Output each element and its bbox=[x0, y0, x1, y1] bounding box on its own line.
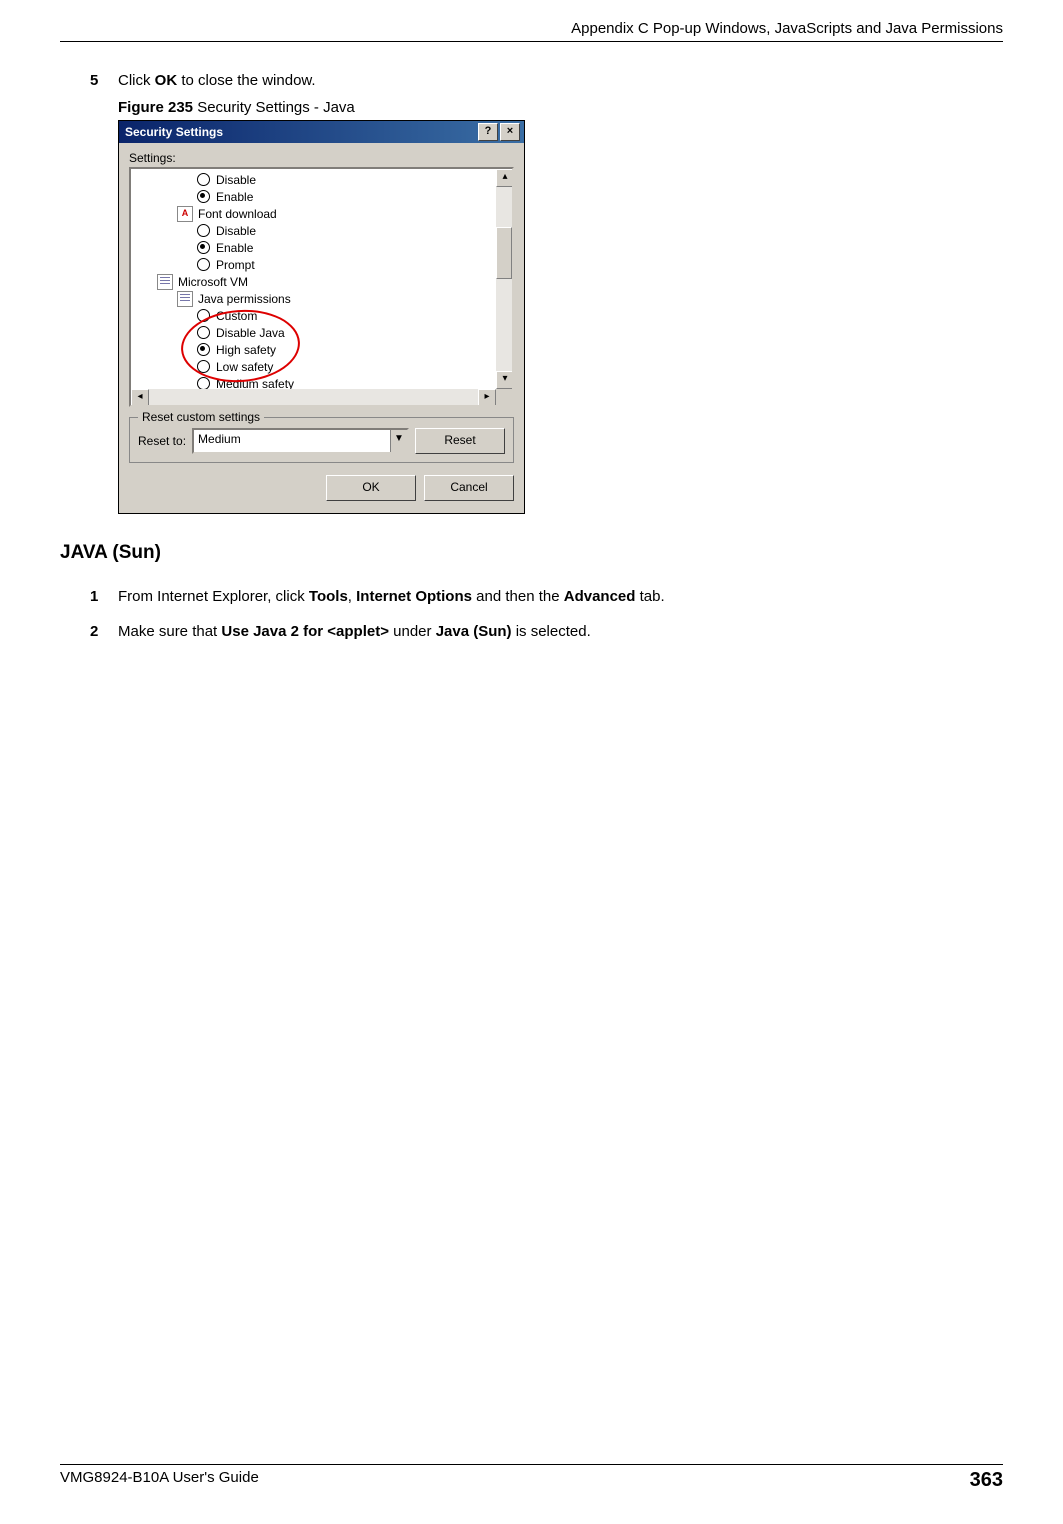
page-icon bbox=[157, 274, 173, 290]
font-icon: A bbox=[177, 206, 193, 222]
group-microsoft-vm: Microsoft VM bbox=[135, 273, 512, 290]
scroll-left-icon[interactable]: ◂ bbox=[131, 389, 149, 407]
step-1-body: From Internet Explorer, click Tools, Int… bbox=[118, 588, 1003, 605]
scroll-up-icon[interactable]: ▴ bbox=[496, 169, 514, 187]
chevron-down-icon[interactable]: ▼ bbox=[390, 430, 407, 452]
radio-label: Prompt bbox=[216, 258, 255, 272]
step-2-body: Make sure that Use Java 2 for <applet> u… bbox=[118, 623, 1003, 640]
vertical-scrollbar[interactable]: ▴ ▾ bbox=[496, 169, 512, 389]
figure-caption-text: Security Settings - Java bbox=[193, 99, 355, 116]
reset-label: Reset to: bbox=[138, 434, 186, 448]
group-label: Font download bbox=[198, 207, 277, 221]
radio-disable-java[interactable]: Disable Java bbox=[135, 324, 512, 341]
settings-tree[interactable]: Disable Enable A Font download Disable En… bbox=[129, 167, 514, 407]
reset-fieldset: Reset custom settings Reset to: Medium ▼… bbox=[129, 417, 514, 463]
ok-button[interactable]: OK bbox=[326, 475, 416, 501]
dialog-body: Settings: Disable Enable A Font download … bbox=[119, 143, 524, 513]
figure-caption: Figure 235 Security Settings - Java bbox=[118, 99, 1003, 116]
page-footer: VMG8924-B10A User's Guide 363 bbox=[60, 1464, 1003, 1492]
t: under bbox=[389, 623, 436, 640]
close-button[interactable]: × bbox=[500, 123, 520, 141]
radio-label: High safety bbox=[216, 343, 276, 357]
dialog-button-row: OK Cancel bbox=[129, 475, 514, 501]
bold-java-sun: Java (Sun) bbox=[436, 623, 512, 640]
reset-combo[interactable]: Medium ▼ bbox=[192, 428, 409, 454]
step-1-num: 1 bbox=[90, 588, 118, 605]
bold-use-java2: Use Java 2 for <applet> bbox=[221, 623, 389, 640]
footer-page-number: 363 bbox=[970, 1469, 1003, 1492]
t: , bbox=[348, 588, 356, 605]
step-1: 1 From Internet Explorer, click Tools, I… bbox=[90, 588, 1003, 605]
step-5-body: Click OK to close the window. bbox=[118, 72, 1003, 89]
radio-enable-2[interactable]: Enable bbox=[135, 239, 512, 256]
radio-label: Disable Java bbox=[216, 326, 285, 340]
page: Appendix C Pop-up Windows, JavaScripts a… bbox=[0, 0, 1063, 1524]
step-5-bold: OK bbox=[155, 72, 178, 89]
scroll-down-icon[interactable]: ▾ bbox=[496, 371, 514, 389]
radio-low-safety[interactable]: Low safety bbox=[135, 358, 512, 375]
t: and then the bbox=[472, 588, 564, 605]
reset-row: Reset to: Medium ▼ Reset bbox=[138, 428, 505, 454]
radio-label: Low safety bbox=[216, 360, 273, 374]
radio-custom[interactable]: Custom bbox=[135, 307, 512, 324]
radio-high-safety[interactable]: High safety bbox=[135, 341, 512, 358]
radio-prompt[interactable]: Prompt bbox=[135, 256, 512, 273]
bold-tools: Tools bbox=[309, 588, 348, 605]
step-2: 2 Make sure that Use Java 2 for <applet>… bbox=[90, 623, 1003, 640]
scroll-thumb[interactable] bbox=[496, 227, 512, 279]
group-font-download: A Font download bbox=[135, 205, 512, 222]
group-label: Java permissions bbox=[198, 292, 291, 306]
figure-label: Figure 235 bbox=[118, 99, 193, 116]
radio-label: Enable bbox=[216, 241, 253, 255]
page-header: Appendix C Pop-up Windows, JavaScripts a… bbox=[60, 20, 1003, 42]
scroll-track[interactable] bbox=[149, 389, 478, 405]
group-label: Microsoft VM bbox=[178, 275, 248, 289]
section-heading-java-sun: JAVA (Sun) bbox=[60, 542, 1003, 564]
scroll-corner bbox=[496, 389, 512, 405]
settings-label: Settings: bbox=[129, 151, 514, 165]
cancel-button[interactable]: Cancel bbox=[424, 475, 514, 501]
t: tab. bbox=[635, 588, 664, 605]
security-settings-dialog: Security Settings ? × Settings: Disable … bbox=[118, 120, 525, 514]
reset-button[interactable]: Reset bbox=[415, 428, 505, 454]
step-5: 5 Click OK to close the window. bbox=[90, 72, 1003, 89]
page-icon bbox=[177, 291, 193, 307]
tree-inner: Disable Enable A Font download Disable En… bbox=[135, 171, 512, 407]
help-button[interactable]: ? bbox=[478, 123, 498, 141]
step-5-num: 5 bbox=[90, 72, 118, 89]
titlebar-text: Security Settings bbox=[123, 125, 476, 139]
t: From Internet Explorer, click bbox=[118, 588, 309, 605]
radio-label: Disable bbox=[216, 224, 256, 238]
horizontal-scrollbar[interactable]: ◂ ▸ bbox=[131, 389, 496, 405]
t: is selected. bbox=[512, 623, 591, 640]
step-5-text-a: Click bbox=[118, 72, 155, 89]
bold-advanced: Advanced bbox=[564, 588, 636, 605]
step-5-text-c: to close the window. bbox=[177, 72, 315, 89]
scroll-right-icon[interactable]: ▸ bbox=[478, 389, 496, 407]
radio-disable-2[interactable]: Disable bbox=[135, 222, 512, 239]
bold-internet-options: Internet Options bbox=[356, 588, 472, 605]
radio-disable-1[interactable]: Disable bbox=[135, 171, 512, 188]
radio-label: Enable bbox=[216, 190, 253, 204]
scroll-track[interactable] bbox=[496, 187, 512, 371]
t: Make sure that bbox=[118, 623, 221, 640]
step-2-num: 2 bbox=[90, 623, 118, 640]
footer-guide-name: VMG8924-B10A User's Guide bbox=[60, 1469, 259, 1492]
reset-combo-value: Medium bbox=[194, 430, 390, 452]
radio-enable-1[interactable]: Enable bbox=[135, 188, 512, 205]
group-java-permissions: Java permissions bbox=[135, 290, 512, 307]
fieldset-legend: Reset custom settings bbox=[138, 410, 264, 424]
header-title: Appendix C Pop-up Windows, JavaScripts a… bbox=[571, 20, 1003, 37]
titlebar: Security Settings ? × bbox=[119, 121, 524, 143]
radio-label: Custom bbox=[216, 309, 257, 323]
radio-label: Disable bbox=[216, 173, 256, 187]
